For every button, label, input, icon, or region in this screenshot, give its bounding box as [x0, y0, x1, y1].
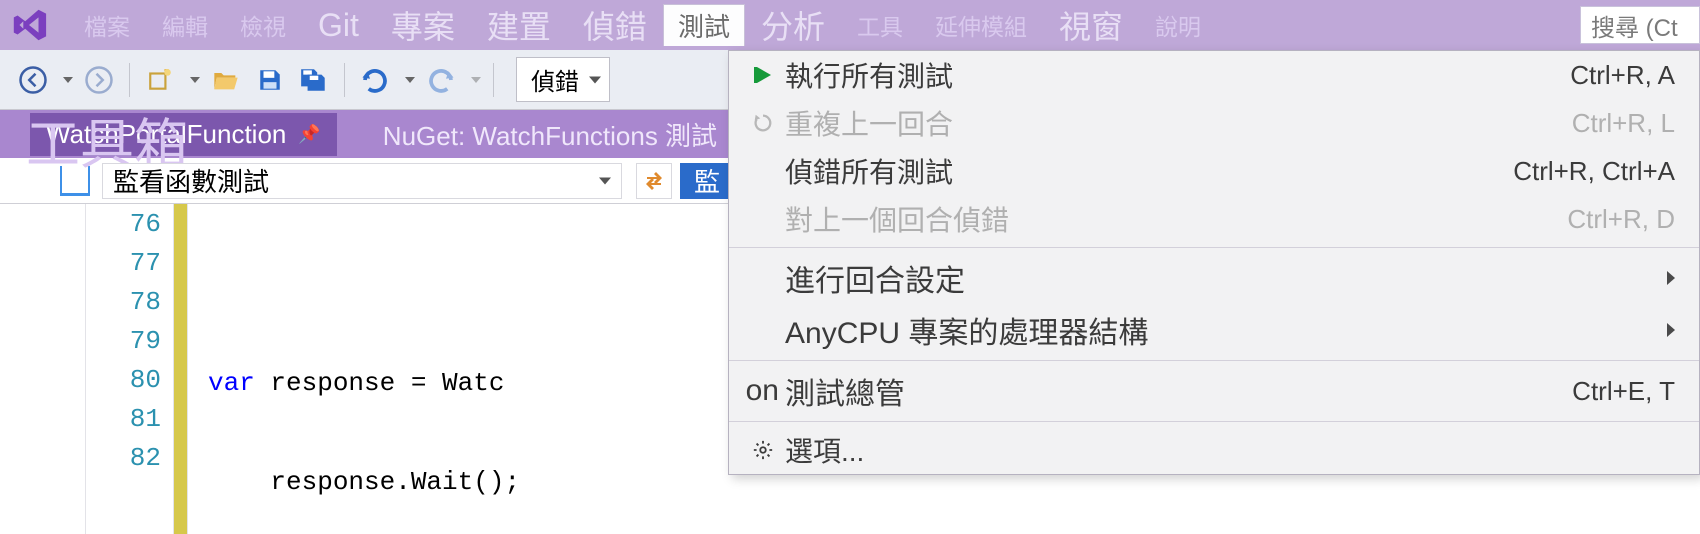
menu-item-label: 重複上一回合 — [785, 103, 1572, 143]
menu-test-explorer[interactable]: on 測試總管 Ctrl+E, T — [729, 365, 1699, 417]
menu-separator — [729, 360, 1699, 361]
toolbar-separator — [344, 63, 345, 97]
play-icon — [741, 63, 785, 87]
redo-button[interactable] — [423, 62, 459, 98]
class-dropdown[interactable]: 監看函數測試 — [102, 163, 622, 199]
configuration-dropdown[interactable]: 偵錯 — [516, 57, 610, 102]
submenu-arrow-icon — [1667, 271, 1675, 285]
test-menu-dropdown: 執行所有測試 Ctrl+R, A 重複上一回合 Ctrl+R, L 偵錯所有測試… — [728, 50, 1700, 475]
document-tab[interactable]: NuGet: WatchFunctions 測試 — [367, 110, 733, 159]
gutter — [0, 204, 86, 534]
save-all-button[interactable] — [296, 62, 332, 98]
class-name: 監看函數測試 — [113, 162, 269, 199]
change-indicator — [174, 204, 188, 534]
menu-git[interactable]: Git — [302, 0, 375, 50]
menu-debug-last: 對上一個回合偵錯 Ctrl+R, D — [729, 195, 1699, 243]
submenu-arrow-icon — [1667, 323, 1675, 337]
menu-item-shortcut: Ctrl+R, D — [1567, 204, 1675, 235]
document-tab-active[interactable]: WatchPortalFunction 📌 — [30, 113, 337, 156]
pin-icon[interactable]: 📌 — [298, 124, 320, 145]
menu-file[interactable]: 檔案 — [68, 0, 146, 50]
menu-item-shortcut: Ctrl+E, T — [1572, 376, 1675, 407]
open-button[interactable] — [208, 62, 244, 98]
menu-debug[interactable]: 偵錯 — [567, 0, 663, 50]
nav-back-button[interactable] — [15, 62, 51, 98]
menubar: 檔案 編輯 檢視 Git 專案 建置 偵錯 測試 分析 工具 延伸模組 視窗 說… — [0, 0, 1700, 50]
menu-edit[interactable]: 編輯 — [146, 0, 224, 50]
menu-project[interactable]: 專案 — [375, 0, 471, 50]
menu-item-shortcut: Ctrl+R, A — [1570, 60, 1675, 91]
prefix-text: on — [729, 374, 785, 408]
undo-dropdown-icon[interactable] — [405, 77, 415, 83]
menu-extensions[interactable]: 延伸模組 — [919, 0, 1043, 50]
menu-item-label: 選項... — [785, 430, 1675, 470]
menu-debug-all-tests[interactable]: 偵錯所有測試 Ctrl+R, Ctrl+A — [729, 147, 1699, 195]
menu-item-label: AnyCPU 專案的處理器結構 — [785, 308, 1667, 352]
menu-item-label: 測試總管 — [785, 369, 1572, 413]
save-button[interactable] — [252, 62, 288, 98]
tab-title: WatchPortalFunction — [46, 119, 286, 150]
menu-repeat-last: 重複上一回合 Ctrl+R, L — [729, 99, 1699, 147]
toolbar-separator — [493, 63, 494, 97]
vs-logo — [10, 6, 48, 44]
new-item-button[interactable] — [142, 62, 178, 98]
menu-configure-run[interactable]: 進行回合設定 — [729, 252, 1699, 304]
repeat-icon — [741, 112, 785, 134]
menu-separator — [729, 421, 1699, 422]
redo-dropdown-icon[interactable] — [471, 77, 481, 83]
menu-help[interactable]: 說明 — [1139, 0, 1217, 50]
toolbar-separator — [129, 63, 130, 97]
menu-build[interactable]: 建置 — [471, 0, 567, 50]
new-item-dropdown-icon[interactable] — [190, 77, 200, 83]
menu-item-label: 偵錯所有測試 — [785, 151, 1513, 191]
undo-button[interactable] — [357, 62, 393, 98]
search-box[interactable]: 搜尋 (Ct — [1580, 6, 1700, 44]
nav-back-dropdown-icon[interactable] — [63, 77, 73, 83]
menu-test[interactable]: 測試 — [663, 4, 745, 46]
code-content[interactable]: var response = Watc response.Wait(); // … — [188, 204, 567, 534]
line-numbers: 76 77 78 79 80 81 82 — [86, 204, 174, 534]
menu-view[interactable]: 檢視 — [224, 0, 302, 50]
menu-window[interactable]: 視窗 — [1043, 0, 1139, 50]
menu-run-all-tests[interactable]: 執行所有測試 Ctrl+R, A — [729, 51, 1699, 99]
menu-item-shortcut: Ctrl+R, L — [1572, 108, 1675, 139]
menu-item-label: 進行回合設定 — [785, 256, 1667, 300]
menu-item-label: 執行所有測試 — [785, 55, 1570, 95]
menu-item-shortcut: Ctrl+R, Ctrl+A — [1513, 156, 1675, 187]
menu-anycpu-architecture[interactable]: AnyCPU 專案的處理器結構 — [729, 304, 1699, 356]
menu-item-label: 對上一個回合偵錯 — [785, 199, 1567, 239]
menu-analyze[interactable]: 分析 — [745, 0, 841, 50]
tab-title: NuGet: WatchFunctions 測試 — [383, 116, 717, 153]
nav-forward-button[interactable] — [81, 62, 117, 98]
menu-tools[interactable]: 工具 — [841, 0, 919, 50]
swap-icon[interactable] — [636, 163, 672, 199]
gear-icon — [741, 439, 785, 461]
menu-options[interactable]: 選項... — [729, 426, 1699, 474]
member-name: 監 — [694, 162, 720, 199]
menu-separator — [729, 247, 1699, 248]
flask-icon — [60, 166, 90, 196]
